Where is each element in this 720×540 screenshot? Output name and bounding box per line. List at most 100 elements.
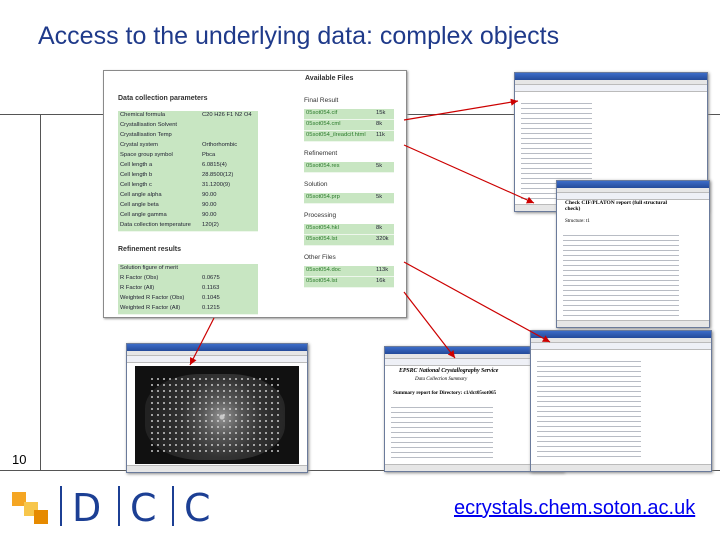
summary-heading: Summary report for Directory: c1/dct05so… <box>393 390 497 396</box>
window-titlebar <box>127 344 307 351</box>
param-name: Data collection temperature <box>120 222 191 228</box>
hkl-content <box>537 357 641 461</box>
file-link[interactable]: 05sot054.doc <box>306 267 341 273</box>
file-size: 16k <box>376 278 386 284</box>
param-value: 0.1215 <box>202 305 220 311</box>
logo-divider <box>172 486 174 526</box>
file-link[interactable]: 05sot054.prp <box>306 194 340 200</box>
file-section-heading: Refinement <box>304 150 338 157</box>
file-row[interactable]: 05sot054_ilreadcif.html 11k <box>304 131 394 142</box>
window-toolbar <box>515 85 707 92</box>
file-section-heading: Final Result <box>304 97 339 104</box>
param-value: C20 H26 F1 N2 O4 <box>202 112 252 118</box>
param-name: R Factor (All) <box>120 285 155 291</box>
report-heading: Check CIF/PLATON report (full structural… <box>565 200 668 212</box>
param-name: Cell length a <box>120 162 153 168</box>
window-toolbar <box>557 193 709 200</box>
param-name: Solution figure of merit <box>120 265 178 271</box>
file-size: 8k <box>376 121 383 127</box>
file-row[interactable]: 05sot054.cml 8k <box>304 120 394 131</box>
file-size: 113k <box>376 267 389 273</box>
param-name: Chemical formula <box>120 112 166 118</box>
file-link[interactable]: 05sot054_ilreadcif.html <box>306 132 366 138</box>
dcc-logo-icon <box>10 488 50 528</box>
logo-letter-d: D <box>72 486 103 530</box>
file-size: 15k <box>376 110 386 116</box>
param-value: 28.8500(12) <box>202 172 234 178</box>
param-value: 0.0675 <box>202 275 220 281</box>
summary-org-title: EPSRC National Crystallography Service <box>399 368 499 374</box>
report-subheading: Structure: t1 <box>565 219 590 224</box>
param-name: Weighted R Factor (All) <box>120 305 181 311</box>
available-files-title: Available Files <box>305 75 354 82</box>
window-statusbar <box>557 320 709 327</box>
param-value: 90.00 <box>202 192 217 198</box>
left-margin-line <box>40 114 41 470</box>
param-name: Cell length b <box>120 172 153 178</box>
file-size: 11k <box>376 132 385 138</box>
collection-parameters-title: Data collection parameters <box>118 95 208 102</box>
window-toolbar <box>531 343 711 350</box>
param-name: Crystallisation Solvent <box>120 122 178 128</box>
refinement-results-title: Refinement results <box>118 246 182 253</box>
file-link[interactable]: 05sot054.cif <box>306 110 337 116</box>
file-section-heading: Processing <box>304 212 337 219</box>
file-size: 8k <box>376 225 383 231</box>
table-row: Weighted R Factor (All) 0.1215 <box>118 304 258 315</box>
param-name: Weighted R Factor (Obs) <box>120 295 185 301</box>
slide-number: 10 <box>12 452 27 467</box>
window-statusbar <box>531 464 711 471</box>
file-link[interactable]: 05sot054.lst <box>306 236 337 242</box>
file-size: 5k <box>376 194 383 200</box>
summary-content <box>391 403 493 461</box>
website-link[interactable]: ecrystals.chem.soton.ac.uk <box>454 497 695 520</box>
file-size: 5k <box>376 163 383 169</box>
param-name: Crystallisation Temp <box>120 132 172 138</box>
file-section-heading: Other Files <box>304 254 336 261</box>
report-content <box>563 231 679 317</box>
file-row[interactable]: 05sot054.lst 16k <box>304 277 394 288</box>
diffraction-image-window <box>126 343 308 473</box>
param-name: R Factor (Obs) <box>120 275 159 281</box>
window-statusbar <box>127 465 307 472</box>
window-titlebar <box>531 331 711 338</box>
cif-report-window: Check CIF/PLATON report (full structural… <box>556 180 710 328</box>
param-name: Crystal system <box>120 142 159 148</box>
param-value: 120(2) <box>202 222 219 228</box>
logo-divider <box>118 486 120 526</box>
param-value: 90.00 <box>202 202 217 208</box>
param-value: Orthorhombic <box>202 142 238 148</box>
file-section-heading: Solution <box>304 181 328 188</box>
table-row: Data collection temperature 120(2) <box>118 221 258 232</box>
file-row[interactable]: 05sot054.lst 320k <box>304 235 394 246</box>
arrow-to-text-file <box>403 98 519 121</box>
param-name: Cell angle alpha <box>120 192 162 198</box>
logo-divider <box>60 486 62 526</box>
window-titlebar <box>515 73 707 80</box>
param-value: 0.1163 <box>202 285 220 291</box>
param-value: 0.1045 <box>202 295 220 301</box>
hkl-data-window <box>530 330 712 472</box>
logo-letter-c2: C <box>184 486 212 530</box>
file-link[interactable]: 05sot054.res <box>306 163 340 169</box>
file-row[interactable]: 05sot054.prp 5k <box>304 193 394 204</box>
param-name: Cell angle gamma <box>120 212 167 218</box>
file-row[interactable]: 05sot054.cif 15k <box>304 109 394 120</box>
arrow-to-hkl-data <box>403 261 551 343</box>
file-row[interactable]: 05sot054.hkl 8k <box>304 224 394 235</box>
param-value: 31.1200(9) <box>202 182 231 188</box>
slide-title: Access to the underlying data: complex o… <box>38 22 560 50</box>
file-size: 320k <box>376 236 389 242</box>
param-value: 6.0815(4) <box>202 162 227 168</box>
param-name: Space group symbol <box>120 152 173 158</box>
param-name: Cell length c <box>120 182 152 188</box>
file-link[interactable]: 05sot054.lst <box>306 278 337 284</box>
param-value: 90.00 <box>202 212 217 218</box>
logo-letter-c1: C <box>130 486 158 530</box>
file-row[interactable]: 05sot054.res 5k <box>304 162 394 173</box>
diffraction-image <box>135 366 299 464</box>
file-row[interactable]: 05sot054.doc 113k <box>304 266 394 277</box>
param-name: Cell angle beta <box>120 202 159 208</box>
file-link[interactable]: 05sot054.hkl <box>306 225 339 231</box>
file-link[interactable]: 05sot054.cml <box>306 121 340 127</box>
